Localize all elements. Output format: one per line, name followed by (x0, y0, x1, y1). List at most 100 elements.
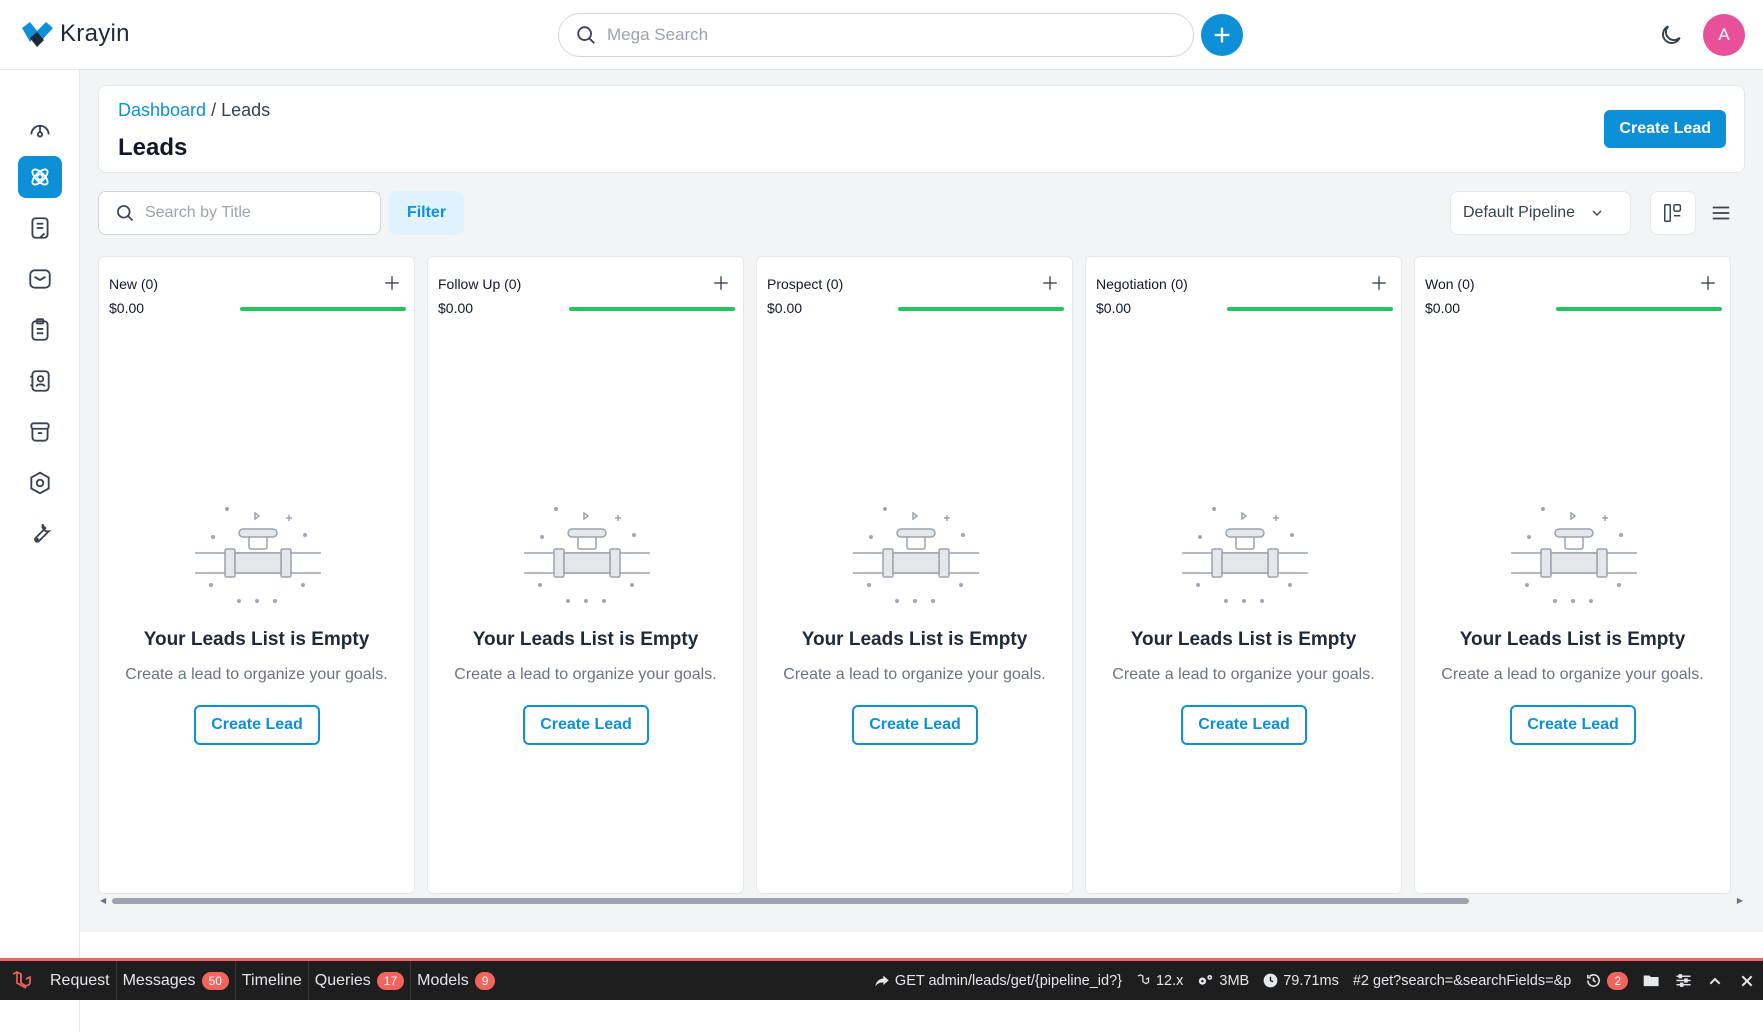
stage-add-lead-button[interactable] (380, 271, 404, 295)
debug-time: 79.71ms (1256, 973, 1346, 989)
empty-create-lead-button[interactable]: Create Lead (1510, 705, 1636, 745)
page-header: Dashboard / Leads Leads Create Lead (98, 85, 1745, 173)
sidebar-item-leads[interactable] (18, 156, 62, 198)
debug-memory: 3MB (1190, 973, 1256, 989)
mega-search[interactable] (558, 13, 1194, 57)
stage-add-lead-button[interactable] (1038, 271, 1062, 295)
debug-close-button[interactable] (1731, 961, 1763, 1000)
stage-name: Prospect (0) (767, 276, 844, 292)
debug-open-folder-button[interactable] (1635, 961, 1667, 1000)
scroll-left-arrow-icon[interactable]: ◀ (100, 896, 106, 906)
dark-mode-toggle[interactable] (1656, 20, 1686, 50)
debug-history[interactable]: 2 (1578, 971, 1635, 990)
kanban-icon (1664, 204, 1682, 222)
empty-create-lead-button[interactable]: Create Lead (1181, 705, 1307, 745)
stage-progress-fill (898, 307, 1064, 311)
history-icon (1587, 974, 1601, 987)
search-icon (117, 205, 134, 222)
debug-tab-label: Timeline (241, 971, 302, 989)
top-bar: Krayin A (0, 0, 1763, 70)
empty-create-lead-button[interactable]: Create Lead (523, 705, 649, 745)
list-view-button[interactable] (1705, 191, 1737, 235)
empty-create-lead-button[interactable]: Create Lead (852, 705, 978, 745)
stage-column: Won (0) $0.00 Your Leads List is Empty C… (1414, 256, 1731, 894)
app-name: Krayin (60, 20, 130, 47)
mega-search-input[interactable] (607, 25, 1167, 45)
gear-icon (30, 471, 50, 495)
debug-time-text: 79.71ms (1283, 972, 1339, 989)
empty-create-lead-button[interactable]: Create Lead (194, 705, 320, 745)
krayin-logo-icon (22, 22, 53, 47)
stage-add-lead-button[interactable] (1367, 271, 1391, 295)
stage-add-lead-button[interactable] (1696, 271, 1720, 295)
user-avatar[interactable]: A (1703, 14, 1745, 56)
pipeline-select[interactable]: Default Pipeline (1450, 191, 1631, 235)
sidebar-item-dashboard[interactable] (18, 108, 62, 150)
leads-icon (31, 168, 49, 186)
empty-pipe-icon (853, 507, 979, 603)
create-lead-button[interactable]: Create Lead (1604, 110, 1726, 148)
debug-route[interactable]: GET admin/leads/get/{pipeline_id?} (867, 973, 1129, 989)
debug-maximize-button[interactable] (1699, 961, 1731, 1000)
sidebar-bottom (0, 1000, 80, 1032)
empty-pipe-illustration (522, 503, 652, 607)
stage-name: New (0) (109, 276, 159, 292)
debug-version-text: 12.x (1155, 972, 1184, 989)
page-title: Leads (118, 134, 188, 161)
title-search-input[interactable] (145, 204, 365, 222)
sidebar-item-activities[interactable] (18, 309, 62, 351)
contact-icon (30, 370, 50, 392)
moon-icon (1662, 25, 1681, 44)
debug-request-select[interactable]: #2 get?search=&searchFields=&p (1346, 973, 1578, 989)
title-search[interactable] (98, 191, 381, 235)
empty-pipe-illustration (1509, 503, 1639, 607)
chevron-down-icon (1592, 210, 1602, 216)
sidebar-item-contacts[interactable] (18, 360, 62, 402)
avatar-initial: A (1718, 25, 1730, 44)
debug-tab-queries[interactable]: Queries 17 (309, 961, 412, 1000)
stage-amount: $0.00 (438, 300, 474, 316)
debug-request-text: #2 get?search=&searchFields=&p (1352, 972, 1572, 989)
stage-progress-bar (240, 307, 406, 311)
stage-progress-bar (569, 307, 735, 311)
stage-progress-bar (1227, 307, 1393, 311)
debug-count-badge: 9 (474, 971, 496, 990)
debug-count-badge: 2 (1607, 971, 1628, 990)
stage-add-lead-button[interactable] (709, 271, 733, 295)
laravel-icon (1137, 974, 1150, 985)
debug-count-badge: 50 (201, 971, 229, 990)
scrollbar-thumb[interactable] (112, 898, 1469, 904)
sidebar-item-settings[interactable] (18, 462, 62, 504)
debug-route-text: GET admin/leads/get/{pipeline_id?} (894, 972, 1122, 989)
app-logo[interactable]: Krayin (20, 20, 130, 48)
debug-tab-models[interactable]: Models 9 (411, 961, 501, 1000)
scroll-right-arrow-icon[interactable]: ▶ (1737, 896, 1743, 906)
kanban-board: New (0) $0.00 Your Leads List is Empty C… (98, 256, 1745, 896)
mail-icon (29, 269, 51, 289)
debug-tab-label: Models (417, 971, 469, 989)
filter-button[interactable]: Filter (389, 191, 464, 235)
debug-settings-button[interactable] (1667, 961, 1699, 1000)
breadcrumb-separator: / (211, 100, 217, 120)
sidebar-item-quotes[interactable] (18, 207, 62, 249)
board-horizontal-scrollbar[interactable]: ◀ ▶ (100, 896, 1743, 906)
chevron-up-icon (1709, 977, 1721, 984)
sidebar-item-configuration[interactable] (18, 512, 62, 554)
debug-tab-messages[interactable]: Messages 50 (117, 961, 236, 1000)
empty-pipe-icon (524, 507, 650, 603)
quick-create-button[interactable] (1201, 14, 1243, 56)
breadcrumb: Dashboard / Leads (118, 100, 270, 121)
empty-state-title: Your Leads List is Empty (1130, 629, 1357, 650)
debug-tab-request[interactable]: Request (44, 961, 117, 1000)
sliders-icon (1675, 974, 1691, 987)
stage-name: Follow Up (0) (438, 276, 522, 292)
debug-bar: Request Messages 50 Timeline Queries 17 … (0, 958, 1763, 1000)
debug-tab-timeline[interactable]: Timeline (236, 961, 309, 1000)
empty-state-description: Create a lead to organize your goals. (1112, 666, 1375, 683)
kanban-view-button[interactable] (1650, 191, 1696, 235)
page-bottom-area (80, 1000, 1763, 1032)
sidebar-item-products[interactable] (18, 411, 62, 453)
sidebar-item-mail[interactable] (18, 258, 62, 300)
breadcrumb-dashboard-link[interactable]: Dashboard (118, 100, 206, 120)
laravel-logo-icon[interactable] (0, 961, 44, 1000)
